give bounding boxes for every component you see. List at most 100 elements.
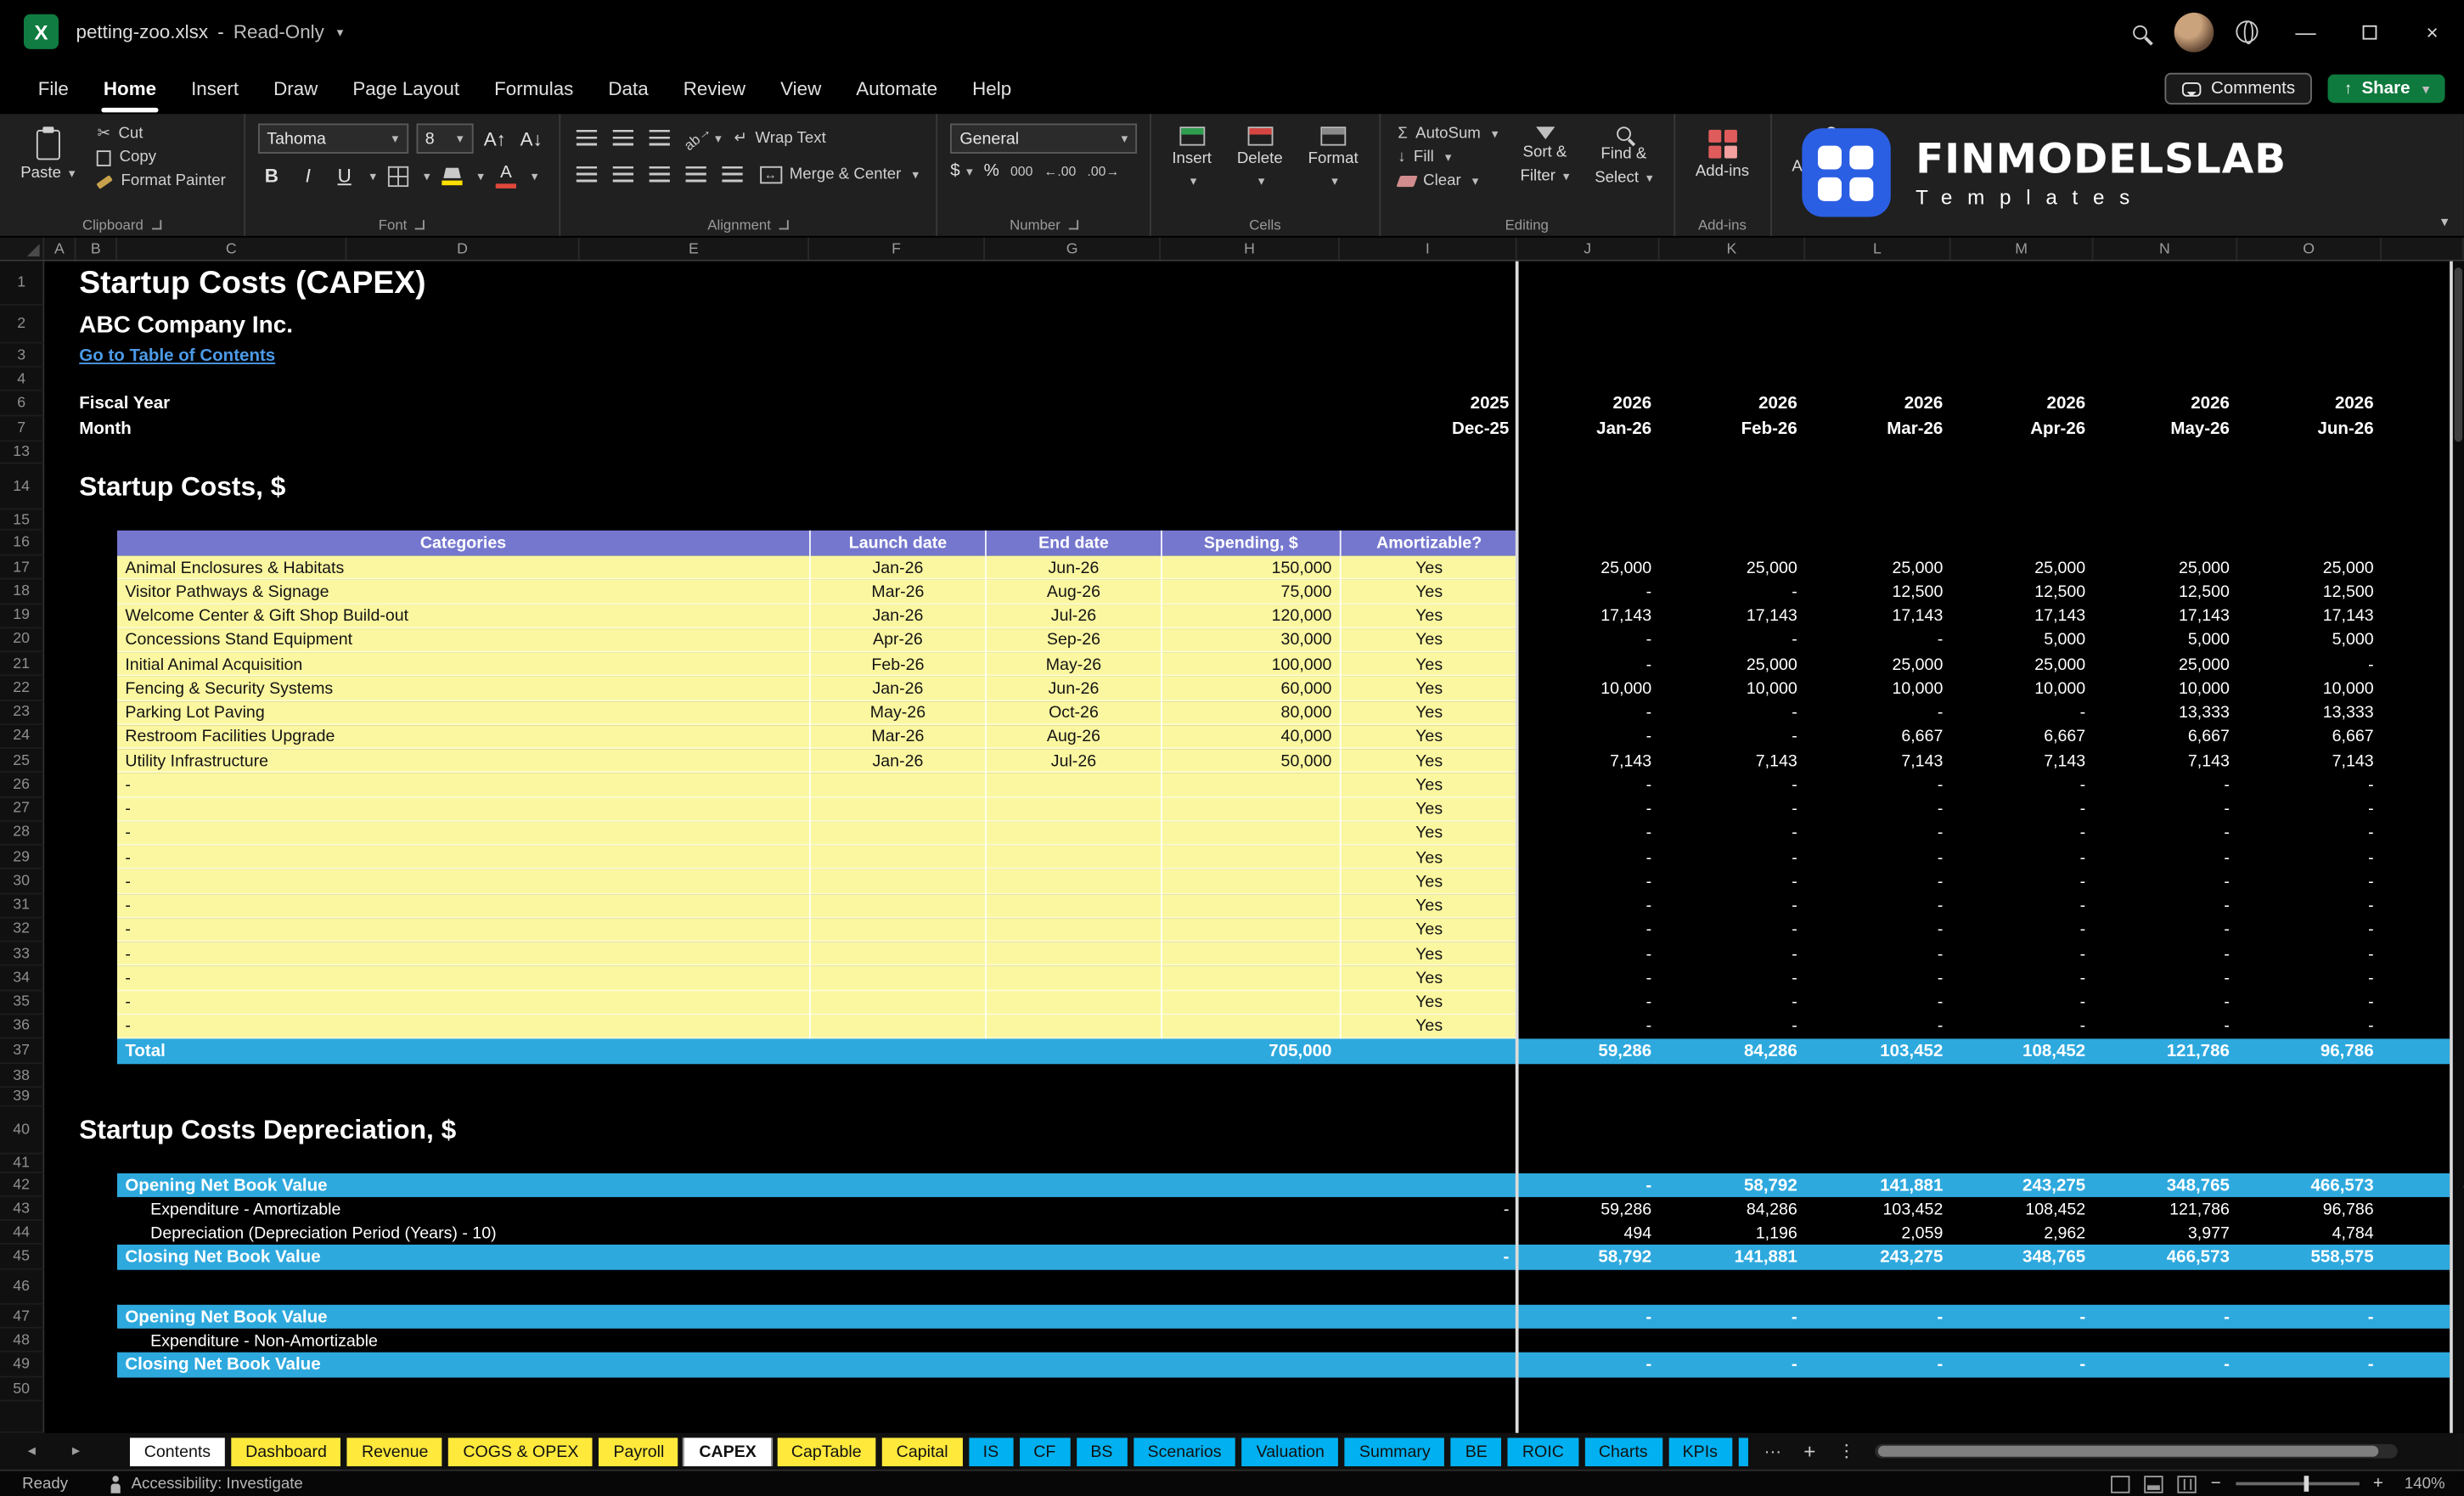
menu-page-layout[interactable]: Page Layout bbox=[337, 68, 475, 109]
capex-spending[interactable]: 150,000 bbox=[1161, 555, 1340, 581]
row-header-32[interactable]: 32 bbox=[0, 918, 45, 942]
capex-launch-date[interactable]: May-26 bbox=[809, 700, 985, 725]
decrease-indent-button[interactable] bbox=[682, 160, 711, 188]
grow-font-button[interactable]: A↑ bbox=[481, 124, 509, 153]
number-format-select[interactable]: General ▾ bbox=[950, 123, 1138, 154]
horizontal-scrollbar-thumb[interactable] bbox=[1877, 1445, 2378, 1457]
bold-button[interactable]: B bbox=[257, 161, 286, 190]
capex-spending[interactable]: 75,000 bbox=[1161, 580, 1340, 605]
paste-button[interactable]: Paste ▾ bbox=[13, 123, 83, 186]
capex-spending[interactable]: 60,000 bbox=[1161, 676, 1340, 701]
capex-end-date[interactable]: Jun-26 bbox=[985, 676, 1161, 701]
page-break-view-button[interactable] bbox=[2177, 1475, 2197, 1493]
capex-spending[interactable] bbox=[1161, 990, 1340, 1015]
minimize-button[interactable]: — bbox=[2274, 0, 2337, 64]
row-header-27[interactable]: 27 bbox=[0, 797, 45, 822]
sheet-tab-captable[interactable]: CapTable bbox=[777, 1437, 876, 1466]
capex-spending[interactable] bbox=[1161, 942, 1340, 967]
capex-spending[interactable]: 80,000 bbox=[1161, 700, 1340, 725]
sheet-menu-button[interactable]: ⋮ bbox=[1838, 1441, 1856, 1461]
collapse-ribbon-button[interactable]: ▾ bbox=[2441, 214, 2448, 232]
menu-view[interactable]: View bbox=[765, 68, 837, 109]
capex-end-date[interactable] bbox=[985, 821, 1161, 846]
sheet-tab-bs[interactable]: BS bbox=[1076, 1437, 1128, 1466]
column-header-B[interactable]: B bbox=[76, 237, 118, 260]
capex-category[interactable]: Restroom Facilities Upgrade bbox=[117, 725, 809, 749]
capex-amortizable[interactable]: Yes bbox=[1339, 918, 1517, 942]
font-color-button[interactable]: A bbox=[492, 161, 520, 190]
row-header-17[interactable]: 17 bbox=[0, 555, 45, 581]
sheet-tab-be[interactable]: BE bbox=[1450, 1437, 1502, 1466]
capex-category[interactable]: Parking Lot Paving bbox=[117, 700, 809, 724]
row-header-25[interactable]: 25 bbox=[0, 749, 45, 773]
cut-button[interactable]: ✂ Cut bbox=[93, 123, 231, 143]
insert-cells-button[interactable]: Insert ▾ bbox=[1164, 123, 1219, 191]
row-header-31[interactable]: 31 bbox=[0, 893, 45, 919]
column-header-C[interactable]: C bbox=[117, 237, 347, 260]
menu-data[interactable]: Data bbox=[593, 68, 665, 109]
capex-amortizable[interactable]: Yes bbox=[1339, 773, 1517, 798]
capex-category[interactable]: Welcome Center & Gift Shop Build-out bbox=[117, 604, 809, 627]
capex-spending[interactable] bbox=[1161, 893, 1340, 919]
capex-category[interactable]: - bbox=[117, 1015, 809, 1038]
capex-amortizable[interactable]: Yes bbox=[1339, 1014, 1517, 1039]
capex-spending[interactable] bbox=[1161, 845, 1340, 870]
align-center-button[interactable] bbox=[609, 160, 638, 188]
capex-end-date[interactable] bbox=[985, 1014, 1161, 1039]
row-header-15[interactable]: 15 bbox=[0, 509, 45, 531]
sheet-tab-charts[interactable]: Charts bbox=[1584, 1437, 1662, 1466]
row-header-40[interactable]: 40 bbox=[0, 1106, 45, 1155]
row-header-34[interactable]: 34 bbox=[0, 966, 45, 991]
row-header-43[interactable]: 43 bbox=[0, 1196, 45, 1221]
menu-automate[interactable]: Automate bbox=[841, 68, 954, 109]
capex-end-date[interactable]: Oct-26 bbox=[985, 700, 1161, 725]
format-cells-button[interactable]: Format ▾ bbox=[1300, 123, 1366, 191]
capex-launch-date[interactable]: Jan-26 bbox=[809, 604, 985, 628]
column-header-D[interactable]: D bbox=[346, 237, 580, 260]
add-sheet-button[interactable]: + bbox=[1803, 1439, 1815, 1463]
capex-amortizable[interactable]: Yes bbox=[1339, 845, 1517, 870]
row-header-44[interactable]: 44 bbox=[0, 1220, 45, 1245]
capex-end-date[interactable] bbox=[985, 797, 1161, 822]
capex-end-date[interactable]: Jul-26 bbox=[985, 604, 1161, 628]
capex-launch-date[interactable] bbox=[809, 893, 985, 919]
row-header-23[interactable]: 23 bbox=[0, 700, 45, 725]
capex-category[interactable]: - bbox=[117, 797, 809, 821]
capex-spending[interactable] bbox=[1161, 773, 1340, 798]
capex-spending[interactable]: 120,000 bbox=[1161, 604, 1340, 628]
comments-button[interactable]: Comments bbox=[2164, 72, 2313, 105]
align-bottom-button[interactable] bbox=[645, 123, 674, 152]
capex-amortizable[interactable]: Yes bbox=[1339, 627, 1517, 653]
capex-launch-date[interactable]: Mar-26 bbox=[809, 724, 985, 750]
column-header-O[interactable]: O bbox=[2237, 237, 2382, 260]
capex-amortizable[interactable]: Yes bbox=[1339, 869, 1517, 894]
zoom-slider[interactable] bbox=[2235, 1476, 2360, 1492]
normal-view-button[interactable] bbox=[2111, 1475, 2130, 1493]
menu-home[interactable]: Home bbox=[87, 68, 172, 113]
capex-end-date[interactable] bbox=[985, 990, 1161, 1015]
find-select-button[interactable]: Find & Select ▾ bbox=[1587, 123, 1661, 189]
dialog-launcher-icon[interactable] bbox=[1068, 220, 1078, 230]
capex-launch-date[interactable]: Feb-26 bbox=[809, 652, 985, 677]
capex-launch-date[interactable] bbox=[809, 966, 985, 991]
sheet-tab-dashboard[interactable]: Dashboard bbox=[231, 1437, 341, 1466]
font-name-select[interactable]: Tahoma ▾ bbox=[257, 123, 408, 154]
column-header-I[interactable]: I bbox=[1340, 237, 1517, 260]
page-layout-view-button[interactable] bbox=[2144, 1475, 2163, 1493]
row-header-14[interactable]: 14 bbox=[0, 464, 45, 510]
row-header-39[interactable]: 39 bbox=[0, 1088, 45, 1107]
tabs-scroll-right-button[interactable]: ▸ bbox=[64, 1443, 89, 1460]
capex-category[interactable]: - bbox=[117, 942, 809, 966]
orientation-button[interactable]: ab→ ▾ bbox=[680, 122, 722, 154]
row-header-50[interactable]: 50 bbox=[0, 1377, 45, 1402]
capex-amortizable[interactable]: Yes bbox=[1339, 749, 1517, 773]
account-avatar[interactable] bbox=[2166, 0, 2219, 64]
copilot-button[interactable] bbox=[2220, 0, 2274, 64]
capex-amortizable[interactable]: Yes bbox=[1339, 942, 1517, 967]
capex-category[interactable]: - bbox=[117, 918, 809, 942]
capex-amortizable[interactable]: Yes bbox=[1339, 797, 1517, 822]
row-header-7[interactable]: 7 bbox=[0, 416, 45, 442]
capex-category[interactable]: - bbox=[117, 773, 809, 797]
capex-amortizable[interactable]: Yes bbox=[1339, 893, 1517, 919]
capex-spending[interactable] bbox=[1161, 918, 1340, 942]
